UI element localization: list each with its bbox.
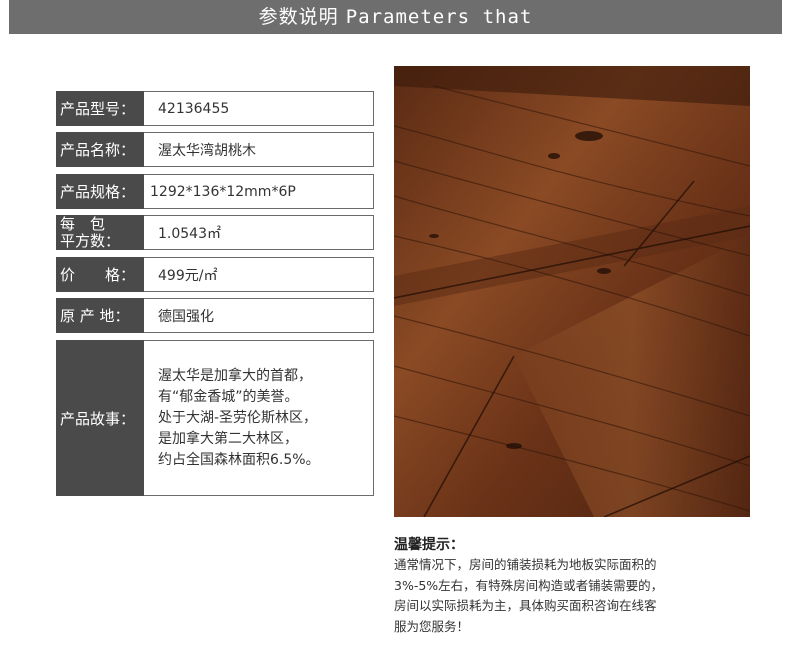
story-line: 处于大湖-圣劳伦斯林区， bbox=[158, 409, 318, 426]
param-row-origin: 原 产 地： 德国强化 bbox=[56, 298, 374, 333]
param-label: 产品规格： bbox=[56, 174, 144, 209]
param-value: 1292*136*12mm*6P bbox=[144, 174, 374, 209]
story-line: 有“郁金香城”的美誉。 bbox=[158, 388, 299, 405]
tip-line: 3%-5%左右，有特殊房间构造或者铺装需要的， bbox=[394, 577, 664, 593]
param-value: 渥太华湾胡桃木 bbox=[144, 132, 374, 167]
param-label-line1: 每 包 bbox=[60, 214, 106, 233]
param-row-name: 产品名称： 渥太华湾胡桃木 bbox=[56, 132, 374, 167]
walnut-floor-photo bbox=[394, 66, 750, 517]
tip-title: 温馨提示： bbox=[394, 537, 464, 553]
header-title-en: Parameters that bbox=[345, 6, 533, 28]
tip-body: 通常情况下，房间的铺装损耗为地板实际面积的 3%-5%左右，有特殊房间构造或者铺… bbox=[394, 555, 724, 637]
story-line: 约占全国森林面积6.5%。 bbox=[158, 451, 320, 468]
param-value: 德国强化 bbox=[144, 298, 374, 333]
story-text: 渥太华是加拿大的首都， 有“郁金香城”的美誉。 处于大湖-圣劳伦斯林区， 是加拿… bbox=[144, 340, 374, 496]
tip-line: 房间以实际损耗为主，具体购买面积咨询在线客 bbox=[394, 598, 657, 613]
param-label: 原 产 地： bbox=[56, 298, 144, 333]
section-header: 参数说明 Parameters that bbox=[9, 0, 782, 34]
param-row-model: 产品型号： 42136455 bbox=[56, 91, 374, 126]
param-row-price: 价 格： 499元/㎡ bbox=[56, 257, 374, 292]
tip-line: 通常情况下，房间的铺装损耗为地板实际面积的 bbox=[394, 557, 657, 572]
param-label-line2: 平方数： bbox=[60, 231, 121, 250]
param-value: 42136455 bbox=[144, 91, 374, 126]
tip-line: 服为您服务！ bbox=[394, 618, 470, 634]
param-row-story: 产品故事： 渥太华是加拿大的首都， 有“郁金香城”的美誉。 处于大湖-圣劳伦斯林… bbox=[56, 340, 374, 496]
story-line: 渥太华是加拿大的首都， bbox=[158, 367, 312, 384]
param-value: 1.0543㎡ bbox=[144, 215, 374, 250]
param-label: 产品型号： bbox=[56, 91, 144, 126]
param-label: 每 包 平方数： bbox=[56, 215, 144, 250]
param-label: 产品名称： bbox=[56, 132, 144, 167]
param-row-spec: 产品规格： 1292*136*12mm*6P bbox=[56, 174, 374, 209]
story-line: 是加拿大第二大林区， bbox=[158, 430, 298, 447]
header-title-cn: 参数说明 bbox=[258, 6, 339, 28]
param-label: 产品故事： bbox=[56, 340, 144, 496]
param-value: 499元/㎡ bbox=[144, 257, 374, 292]
param-label: 价 格： bbox=[56, 257, 144, 292]
param-row-area: 每 包 平方数： 1.0543㎡ bbox=[56, 215, 374, 250]
